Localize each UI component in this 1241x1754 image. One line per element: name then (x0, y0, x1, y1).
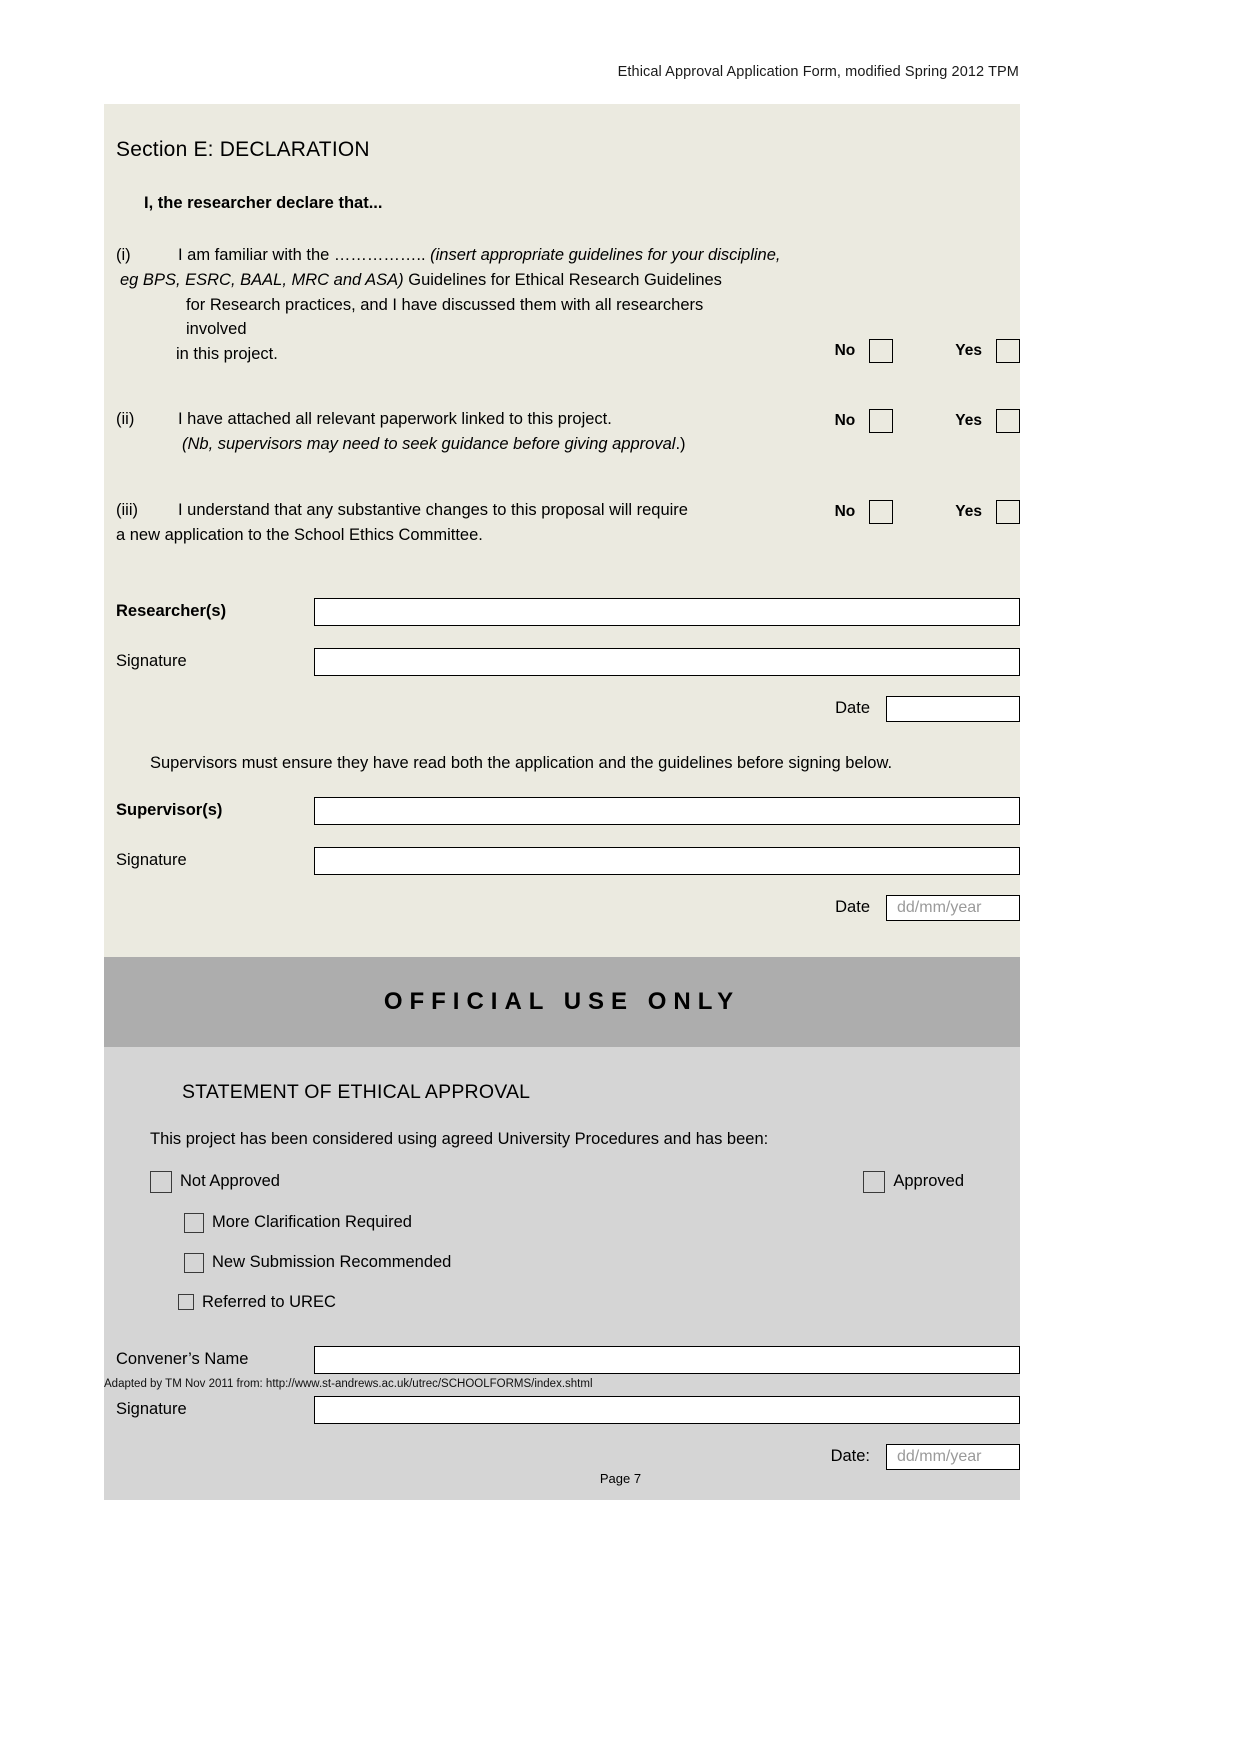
supervisor-date-input[interactable]: dd/mm/year (886, 894, 1020, 921)
supervisor-date-row: Date dd/mm/year (104, 894, 1020, 921)
declaration-item-i-text: (i) I am familiar with the …………….. (inser… (104, 243, 836, 367)
page-number: Page 7 (599, 1471, 642, 1486)
researcher-row: Researcher(s) (104, 597, 1020, 626)
supervisor-signature-label: Signature (116, 851, 187, 870)
convener-row: Convener’s Name (104, 1345, 1020, 1374)
declaration-item-ii-yes-checkbox[interactable] (996, 408, 1020, 433)
supervisor-label: Supervisor(s) (116, 801, 223, 820)
researcher-signature-label: Signature (116, 652, 187, 671)
declaration-item-ii-roman: (ii) (116, 409, 135, 428)
supervisor-signature-row: Signature (104, 846, 1020, 875)
official-date-input[interactable]: dd/mm/year (886, 1443, 1020, 1470)
researcher-date-input[interactable] (886, 695, 1020, 722)
declaration-item-i-answers: No Yes (835, 339, 1020, 363)
statement-title: STATEMENT OF ETHICAL APPROVAL (182, 1080, 531, 1103)
official-signature-row: Signature (104, 1395, 1020, 1424)
researcher-date-label: Date (835, 699, 870, 718)
declaration-item-i-line1a: I am familiar with the …………….. (178, 246, 426, 264)
more-clarification-checkbox[interactable] (184, 1212, 204, 1233)
new-submission-checkbox[interactable] (184, 1252, 204, 1273)
researcher-label: Researcher(s) (116, 602, 227, 621)
declaration-item-ii-no-label: No (834, 411, 856, 429)
declaration-item-iii-no-checkbox[interactable] (869, 500, 894, 525)
researcher-input[interactable] (314, 597, 1020, 626)
declaration-item-i-yes-label: Yes (955, 342, 982, 359)
option-new-submission: New Submission Recommended (104, 1252, 1020, 1273)
supervisor-note: Supervisors must ensure they have read b… (150, 753, 893, 772)
approval-row: Not Approved Approved (104, 1170, 1020, 1193)
running-header: Ethical Approval Application Form, modif… (617, 64, 1019, 80)
supervisor-row: Supervisor(s) (104, 796, 1020, 825)
declaration-item-i-roman: (i) (116, 246, 131, 264)
declaration-lead-in: I, the researcher declare that... (144, 194, 383, 212)
more-clarification-label: More Clarification Required (212, 1213, 412, 1232)
declaration-item-ii-no-checkbox[interactable] (869, 408, 894, 433)
convener-label: Convener’s Name (116, 1350, 249, 1369)
official-date-label: Date: (830, 1447, 870, 1466)
declaration-item-iii-answers: No Yes (834, 500, 1020, 525)
declaration-item-iii-no-label: No (834, 503, 856, 521)
researcher-signature-row: Signature (104, 647, 1020, 676)
declaration-item-iii-line2: a new application to the School Ethics C… (116, 526, 483, 544)
supervisor-input[interactable] (314, 796, 1020, 825)
declaration-item-iii: (iii) I understand that any substantive c… (104, 498, 1020, 548)
statement-subtitle: This project has been considered using a… (150, 1129, 769, 1148)
official-date-row: Date: dd/mm/year (104, 1443, 1020, 1470)
declaration-item-iii-line1: I understand that any substantive change… (178, 501, 688, 520)
official-signature-input[interactable] (314, 1395, 1020, 1424)
adapted-note: Adapted by TM Nov 2011 from: http://www.… (104, 1378, 593, 1390)
declaration-item-ii-line2a: (Nb, supervisors may need to seek guidan… (182, 434, 676, 453)
official-use-banner: OFFICIAL USE ONLY (104, 956, 1020, 1047)
new-submission-label: New Submission Recommended (212, 1253, 452, 1272)
not-approved-label: Not Approved (180, 1172, 280, 1191)
declaration-item-ii: (ii) I have attached all relevant paperwo… (104, 407, 1020, 457)
official-signature-label: Signature (116, 1400, 187, 1419)
declaration-item-i-line2b: Guidelines for Ethical Research Guidelin… (403, 270, 722, 289)
referred-urec-checkbox[interactable] (178, 1294, 194, 1311)
referred-urec-label: Referred to UREC (202, 1292, 336, 1311)
approved-checkbox[interactable] (863, 1170, 886, 1193)
declaration-item-iii-roman: (iii) (116, 501, 138, 520)
declaration-item-i-yes-checkbox[interactable] (996, 339, 1020, 363)
section-title: Section E: DECLARATION (116, 138, 370, 161)
official-use-banner-label: OFFICIAL USE ONLY (383, 987, 741, 1015)
declaration-item-ii-yes-label: Yes (955, 411, 982, 429)
declaration-item-iii-yes-label: Yes (955, 503, 982, 521)
declaration-item-iii-yes-checkbox[interactable] (996, 500, 1020, 525)
approved-label: Approved (893, 1172, 964, 1191)
declaration-item-ii-text: (ii) I have attached all relevant paperwo… (104, 407, 836, 457)
supervisor-date-label: Date (835, 898, 870, 917)
approved-group: Approved (863, 1170, 1020, 1193)
official-fields: Convener’s Name Signature Date: dd/mm/ye… (104, 1345, 1020, 1470)
researcher-signature-input[interactable] (314, 647, 1020, 676)
not-approved-checkbox[interactable] (150, 1170, 172, 1193)
declaration-item-i-line4: involved (186, 320, 247, 339)
declaration-panel: Section E: DECLARATION I, the researcher… (104, 104, 1020, 957)
declaration-item-i: (i) I am familiar with the …………….. (inser… (104, 243, 1020, 367)
form-body: Section E: DECLARATION I, the researcher… (104, 104, 1020, 1500)
option-more-clarification: More Clarification Required (104, 1212, 1020, 1233)
declaration-item-i-line5: in this project. (176, 345, 278, 363)
declaration-item-ii-answers: No Yes (834, 408, 1020, 433)
option-referred-urec: Referred to UREC (104, 1293, 1020, 1312)
declaration-item-i-line3: for Research practices, and I have discu… (186, 295, 704, 314)
declaration-item-iii-text: (iii) I understand that any substantive c… (104, 498, 836, 548)
official-use-panel: STATEMENT OF ETHICAL APPROVAL This proje… (104, 1046, 1020, 1500)
supervisor-signature-input[interactable] (314, 846, 1020, 875)
researcher-date-row: Date (104, 695, 1020, 722)
declaration-item-i-line2a: eg BPS, ESRC, BAAL, MRC and ASA) (120, 270, 404, 289)
declaration-item-i-line1b: (insert appropriate guidelines for your … (425, 246, 781, 264)
convener-input[interactable] (314, 1345, 1020, 1374)
declaration-item-i-no-label: No (834, 342, 856, 359)
declaration-item-i-no-checkbox[interactable] (869, 339, 894, 363)
declaration-item-ii-line1: I have attached all relevant paperwork l… (178, 409, 612, 428)
declaration-item-ii-line2b: .) (675, 434, 686, 453)
